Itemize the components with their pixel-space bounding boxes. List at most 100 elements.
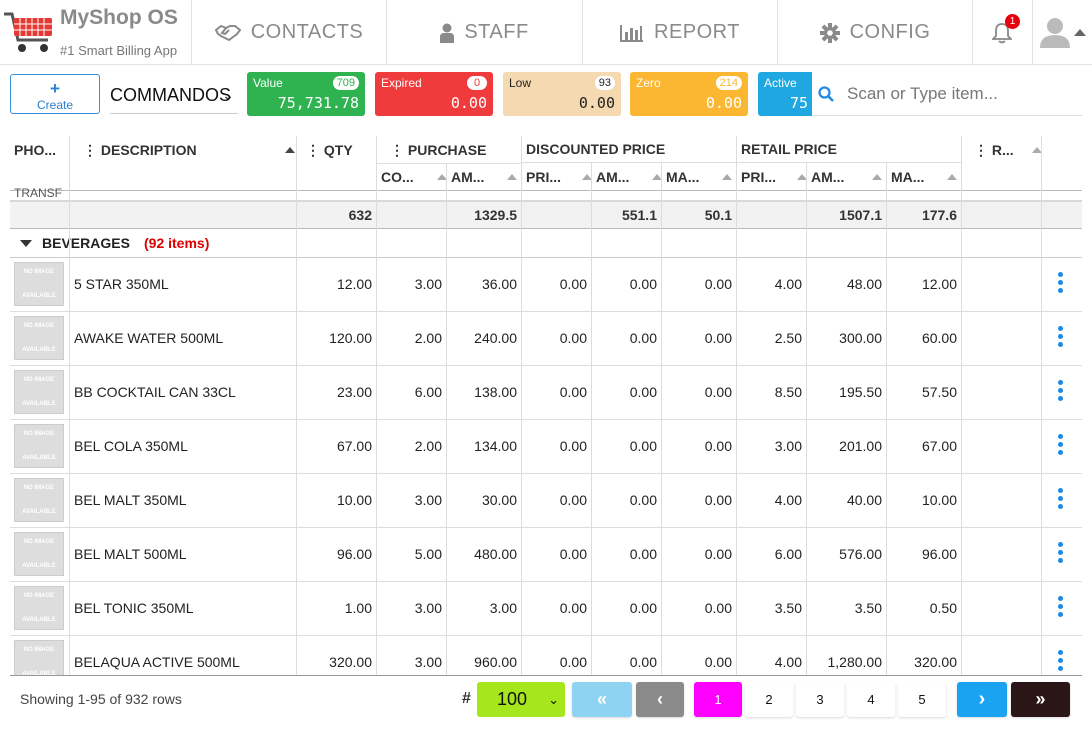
column-divider (376, 136, 377, 675)
column-header-purchase-cost-label: CO... (381, 169, 414, 185)
no-image-text: NO IMAGE (23, 647, 55, 653)
column-divider (446, 163, 447, 675)
column-header-qty[interactable]: ⋮ QTY (306, 142, 376, 159)
column-group-discounted-price[interactable]: DISCOUNTED PRICE (526, 141, 736, 157)
table-row[interactable]: NO IMAGE AVAILABLE AWAKE WATER 500ML 120.00… (10, 312, 1082, 366)
column-divider (886, 162, 887, 675)
first-page-button[interactable]: « (572, 682, 632, 717)
column-divider (296, 136, 297, 675)
no-image-text: AVAILABLE (22, 293, 56, 299)
nav-report[interactable]: REPORT (583, 0, 778, 65)
nav-staff[interactable]: STAFF (387, 0, 583, 65)
page-button-5[interactable]: 5 (898, 682, 946, 717)
caret-down-icon (20, 240, 32, 247)
row-actions-menu-icon[interactable] (1058, 596, 1064, 620)
table-row[interactable]: NO IMAGE AVAILABLE 5 STAR 350ML 12.00 3.00 36… (10, 258, 1082, 312)
column-divider (591, 162, 592, 675)
column-header-retail-price-label: PRI... (741, 169, 777, 185)
nav-staff-label: STAFF (464, 21, 529, 43)
row-actions-menu-icon[interactable] (1058, 542, 1064, 566)
stat-card-expired[interactable]: Expired 0 0.00 (375, 72, 493, 116)
page-size-value: 100 (497, 689, 528, 709)
row-actions-menu-icon[interactable] (1058, 272, 1064, 296)
table-row[interactable]: NO IMAGE AVAILABLE BELAQUA ACTIVE 500ML 320… (10, 636, 1082, 675)
row-actions-menu-icon[interactable] (1058, 380, 1064, 404)
page-button-3[interactable]: 3 (796, 682, 844, 717)
column-group-purchase[interactable]: ⋮ PURCHASE (390, 142, 525, 159)
table-row[interactable]: NO IMAGE AVAILABLE BEL MALT 350ML 10.00 3.00… (10, 474, 1082, 528)
page-button-1[interactable]: 1 (694, 682, 742, 717)
stat-card-label: Active (764, 76, 797, 90)
column-group-purchase-label: PURCHASE (407, 142, 487, 158)
row-actions-menu-icon[interactable] (1058, 326, 1064, 350)
column-header-retail-margin-label: MA... (891, 169, 925, 185)
caret-up-icon (1074, 29, 1086, 36)
cell-qty: 67.00 (336, 438, 372, 454)
table-row[interactable]: NO IMAGE AVAILABLE BB COCKTAIL CAN 33CL 23.… (10, 366, 1082, 420)
user-menu[interactable] (1034, 0, 1092, 65)
table-row[interactable]: NO IMAGE AVAILABLE BEL COLA 350ML 67.00 2.00… (10, 420, 1082, 474)
row-actions-menu-icon[interactable] (1058, 434, 1064, 458)
item-description: BEL MALT 500ML (74, 546, 187, 562)
group-row-beverages[interactable]: BEVERAGES (92 items) (10, 229, 1082, 258)
stat-card-zero[interactable]: Zero 214 0.00 (630, 72, 748, 116)
create-button[interactable]: + Create (10, 74, 100, 114)
search-input[interactable]: Scan or Type item... (847, 84, 998, 104)
cell-rpri: 3.00 (774, 438, 802, 454)
cell-dpri: 0.00 (559, 546, 587, 562)
column-header-discounted-margin[interactable]: MA... (666, 169, 736, 185)
column-menu-icon: ⋮ (306, 142, 324, 158)
app-logo[interactable]: MyShop OS #1 Smart Billing App (0, 0, 192, 65)
page-button-2[interactable]: 2 (745, 682, 793, 717)
category-dropdown-value: COMMANDOS (110, 85, 231, 105)
cell-pamt: 134.00 (474, 438, 517, 454)
cell-damt: 0.00 (629, 438, 657, 454)
column-header-discounted-amount[interactable]: AM... (596, 169, 666, 185)
toolbar: + Create COMMANDOS ⌄ Value 709 75,731.78… (0, 66, 1092, 132)
next-page-button[interactable]: › (957, 682, 1007, 717)
top-navigation-bar: MyShop OS #1 Smart Billing App CONTACTS … (0, 0, 1092, 65)
cell-rma: 10.00 (921, 492, 957, 508)
cell-dma: 0.00 (704, 276, 732, 292)
last-page-button[interactable]: » (1011, 682, 1070, 717)
total-retail-amount: 1507.1 (839, 207, 882, 223)
column-header-photo[interactable]: PHO... (14, 142, 68, 158)
column-header-purchase-amount[interactable]: AM... (451, 169, 521, 185)
stat-card-low[interactable]: Low 93 0.00 (503, 72, 621, 116)
column-header-purchase-cost[interactable]: CO... (381, 169, 451, 185)
chevron-down-icon: ⌄ (222, 87, 234, 103)
column-header-r[interactable]: ⋮ R... (974, 142, 1044, 159)
column-header-retail-margin[interactable]: MA... (891, 169, 961, 185)
column-header-description[interactable]: ⋮ DESCRIPTION (83, 142, 295, 159)
page-button-4[interactable]: 4 (847, 682, 895, 717)
app-subtitle: #1 Smart Billing App (60, 43, 178, 58)
column-header-discounted-price[interactable]: PRI... (526, 169, 596, 185)
stat-card-active[interactable]: Active 75 (758, 72, 812, 116)
stat-card-label: Low (509, 76, 532, 90)
no-image-placeholder: NO IMAGE AVAILABLE (14, 640, 64, 675)
previous-page-button[interactable]: ‹ (636, 682, 684, 717)
column-header-purchase-amount-label: AM... (451, 169, 485, 185)
stat-card-badge: 709 (332, 76, 359, 90)
notifications-button[interactable]: 1 (972, 0, 1033, 65)
column-header-retail-amount[interactable]: AM... (811, 169, 886, 185)
chevron-left-icon: ‹ (657, 689, 663, 709)
search-box[interactable]: Scan or Type item... (812, 66, 1082, 116)
column-group-retail-price[interactable]: RETAIL PRICE (741, 141, 956, 157)
cell-rpri: 6.00 (774, 546, 802, 562)
cell-cost: 3.00 (414, 654, 442, 670)
no-image-text: NO IMAGE (23, 377, 55, 383)
nav-contacts[interactable]: CONTACTS (192, 0, 387, 65)
table-row[interactable]: NO IMAGE AVAILABLE BEL MALT 500ML 96.00 5.00… (10, 528, 1082, 582)
table-row[interactable]: NO IMAGE AVAILABLE BEL TONIC 350ML 1.00 3.00… (10, 582, 1082, 636)
category-dropdown[interactable]: COMMANDOS ⌄ (110, 76, 238, 114)
nav-config[interactable]: CONFIG (778, 0, 973, 65)
cell-ramt: 3.50 (854, 600, 882, 616)
nav-contacts-label: CONTACTS (250, 21, 364, 43)
row-actions-menu-icon[interactable] (1058, 488, 1064, 512)
row-actions-menu-icon[interactable] (1058, 650, 1064, 674)
cell-damt: 0.00 (629, 654, 657, 670)
stat-card-value[interactable]: Value 709 75,731.78 (247, 72, 365, 116)
column-header-retail-price[interactable]: PRI... (741, 169, 811, 185)
page-size-select[interactable]: 100 ⌄ (477, 682, 565, 717)
